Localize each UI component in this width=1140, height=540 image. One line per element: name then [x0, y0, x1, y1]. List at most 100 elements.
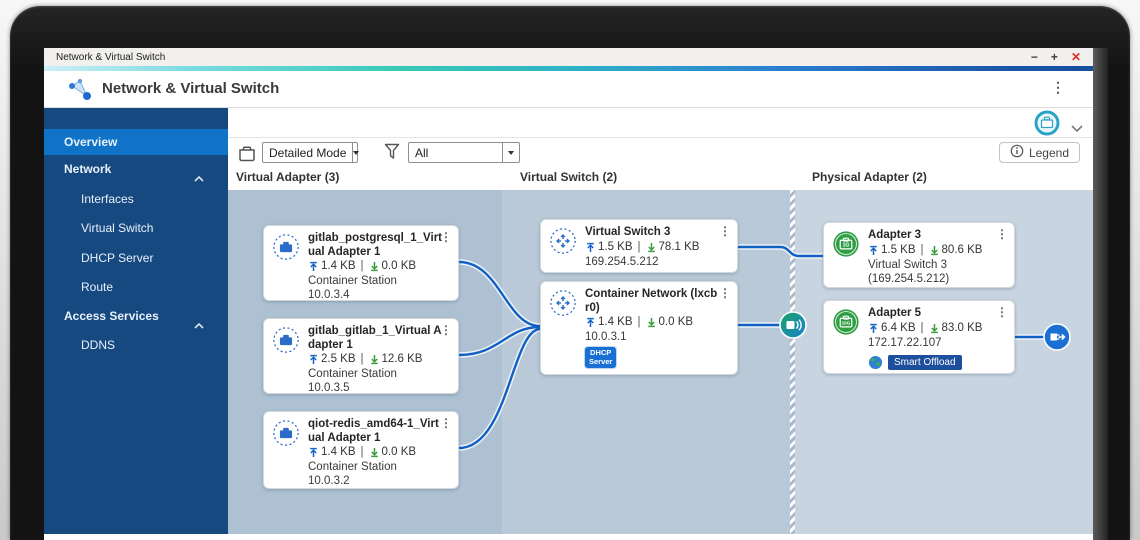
- card-ip: 10.0.3.1: [585, 330, 721, 344]
- virtual-adapter-card[interactable]: ⋮ qiot-redis_amd64-1_Virtual Adapter 1 1…: [263, 411, 459, 489]
- legend-button[interactable]: Legend: [999, 142, 1080, 163]
- header-menu-icon[interactable]: ⋮: [1051, 79, 1065, 96]
- upload-value: 2.5 KB: [321, 352, 356, 367]
- stats-separator: |: [638, 240, 641, 255]
- physical-adapter-icon: 10G: [832, 308, 860, 341]
- virtual-adapter-card[interactable]: ⋮ gitlab_postgresql_1_Virtual Adapter 1 …: [263, 225, 459, 301]
- card-menu-icon[interactable]: ⋮: [440, 324, 452, 336]
- sidebar-group-access-services[interactable]: Access Services: [44, 304, 228, 328]
- filter-select[interactable]: All: [408, 142, 520, 163]
- topology-canvas: ⋮ gitlab_postgresql_1_Virtual Adapter 1 …: [228, 190, 1093, 534]
- external-network-node-icon: [1042, 322, 1072, 352]
- card-title: Adapter 5: [868, 307, 998, 321]
- sidebar-item-label: Overview: [64, 135, 117, 149]
- upload-icon: [308, 447, 319, 458]
- sidebar-item-label: Route: [81, 280, 113, 294]
- download-value: 80.6 KB: [942, 243, 983, 258]
- connected-switch: Virtual Switch 3: [868, 258, 998, 272]
- sidebar-item-label: Access Services: [64, 309, 159, 323]
- card-title: gitlab_postgresql_1_Virtual Adapter 1: [308, 232, 442, 259]
- card-ip: 10.0.3.2: [308, 474, 442, 488]
- maximize-button[interactable]: +: [1051, 48, 1058, 66]
- download-icon: [369, 354, 380, 365]
- minimize-button[interactable]: −: [1031, 48, 1038, 66]
- container-adapter-icon: [272, 326, 300, 359]
- view-mode-value: Detailed Mode: [263, 146, 352, 160]
- sidebar: Overview Network Interfaces Virtual Swit…: [44, 108, 228, 534]
- sidebar-item-route[interactable]: Route: [44, 274, 228, 300]
- physical-adapter-card[interactable]: 1G ⋮ Adapter 3 1.5 KB | 80.6 KB Virtual …: [823, 222, 1015, 288]
- nas-selector-bar: [228, 108, 1093, 138]
- upload-value: 1.4 KB: [321, 445, 356, 460]
- download-value: 12.6 KB: [382, 352, 423, 367]
- card-title: gitlab_gitlab_1_Virtual Adapter 1: [308, 325, 442, 352]
- upload-value: 1.5 KB: [881, 243, 916, 258]
- close-button[interactable]: ✕: [1071, 48, 1081, 66]
- virtual-switch-card[interactable]: ⋮ Virtual Switch 3 1.5 KB | 78.1 KB 169.…: [540, 219, 738, 273]
- sidebar-item-interfaces[interactable]: Interfaces: [44, 186, 228, 212]
- adapter-speed-label: 10G: [842, 321, 851, 326]
- legend-button-label: Legend: [1029, 146, 1069, 160]
- chevron-down-icon[interactable]: [1071, 119, 1083, 137]
- upload-value: 1.5 KB: [598, 240, 633, 255]
- adapter-speed-label: 1G: [843, 243, 850, 249]
- card-menu-icon[interactable]: ⋮: [996, 228, 1008, 240]
- card-menu-icon[interactable]: ⋮: [440, 231, 452, 243]
- column-header-virtual-switch: Virtual Switch (2): [520, 170, 617, 184]
- container-network-card[interactable]: ⋮ Container Network (lxcbr0) 1.4 KB | 0.…: [540, 281, 738, 375]
- sidebar-item-label: Interfaces: [81, 192, 134, 206]
- card-menu-icon[interactable]: ⋮: [996, 306, 1008, 318]
- card-ip: 172.17.22.107: [868, 336, 998, 350]
- virtual-adapter-card[interactable]: ⋮ gitlab_gitlab_1_Virtual Adapter 1 2.5 …: [263, 318, 459, 394]
- window-bottom-edge: [44, 534, 1093, 540]
- window-titlebar: Network & Virtual Switch − + ✕: [44, 48, 1093, 66]
- container-adapter-icon: [272, 419, 300, 452]
- nas-device-icon[interactable]: [1034, 110, 1060, 141]
- traffic-stats: 1.4 KB | 0.0 KB: [308, 259, 442, 274]
- card-title: Virtual Switch 3: [585, 226, 721, 240]
- download-value: 0.0 KB: [382, 259, 417, 274]
- stats-separator: |: [361, 352, 364, 367]
- card-ip: 169.254.5.212: [585, 255, 721, 269]
- sidebar-item-label: DDNS: [81, 338, 115, 352]
- upload-icon: [868, 245, 879, 256]
- upload-icon: [585, 317, 596, 328]
- card-menu-icon[interactable]: ⋮: [719, 287, 731, 299]
- card-ip: 10.0.3.5: [308, 381, 442, 395]
- sidebar-item-overview[interactable]: Overview: [44, 129, 228, 155]
- smart-offload-badge: Smart Offload: [888, 355, 962, 370]
- stats-separator: |: [921, 243, 924, 258]
- download-icon: [369, 261, 380, 272]
- download-icon: [929, 245, 940, 256]
- card-service: Container Station: [308, 460, 442, 474]
- sidebar-item-label: DHCP Server: [81, 251, 153, 265]
- filter-value: All: [409, 146, 502, 160]
- traffic-stats: 1.5 KB | 78.1 KB: [585, 240, 721, 255]
- sidebar-group-network[interactable]: Network: [44, 157, 228, 181]
- network-app-icon: [66, 76, 94, 109]
- sidebar-item-ddns[interactable]: DDNS: [44, 332, 228, 358]
- card-service: Container Station: [308, 367, 442, 381]
- dropdown-arrow-icon: [502, 143, 519, 162]
- card-menu-icon[interactable]: ⋮: [719, 225, 731, 237]
- dhcp-server-badge: DHCP Server: [585, 347, 616, 368]
- card-title: Container Network (lxcbr0): [585, 288, 721, 315]
- upload-value: 1.4 KB: [321, 259, 356, 274]
- download-icon: [929, 323, 940, 334]
- app-header: Network & Virtual Switch ⋮: [44, 71, 1093, 108]
- sidebar-item-dhcp-server[interactable]: DHCP Server: [44, 245, 228, 271]
- dropdown-arrow-icon: [352, 143, 359, 162]
- card-menu-icon[interactable]: ⋮: [440, 417, 452, 429]
- sidebar-item-virtual-switch[interactable]: Virtual Switch: [44, 215, 228, 241]
- traffic-stats: 1.5 KB | 80.6 KB: [868, 243, 998, 258]
- sidebar-item-label: Network: [64, 162, 111, 176]
- window-title: Network & Virtual Switch: [56, 52, 165, 63]
- download-value: 0.0 KB: [382, 445, 417, 460]
- nas-view-icon[interactable]: [236, 143, 258, 168]
- traffic-stats: 1.4 KB | 0.0 KB: [308, 445, 442, 460]
- download-value: 83.0 KB: [942, 321, 983, 336]
- view-mode-select[interactable]: Detailed Mode: [262, 142, 358, 163]
- column-header-virtual-adapter: Virtual Adapter (3): [236, 170, 339, 184]
- physical-adapter-card[interactable]: 10G ⋮ Adapter 5 6.4 KB | 83.0 KB 172.17.…: [823, 300, 1015, 374]
- stats-separator: |: [361, 259, 364, 274]
